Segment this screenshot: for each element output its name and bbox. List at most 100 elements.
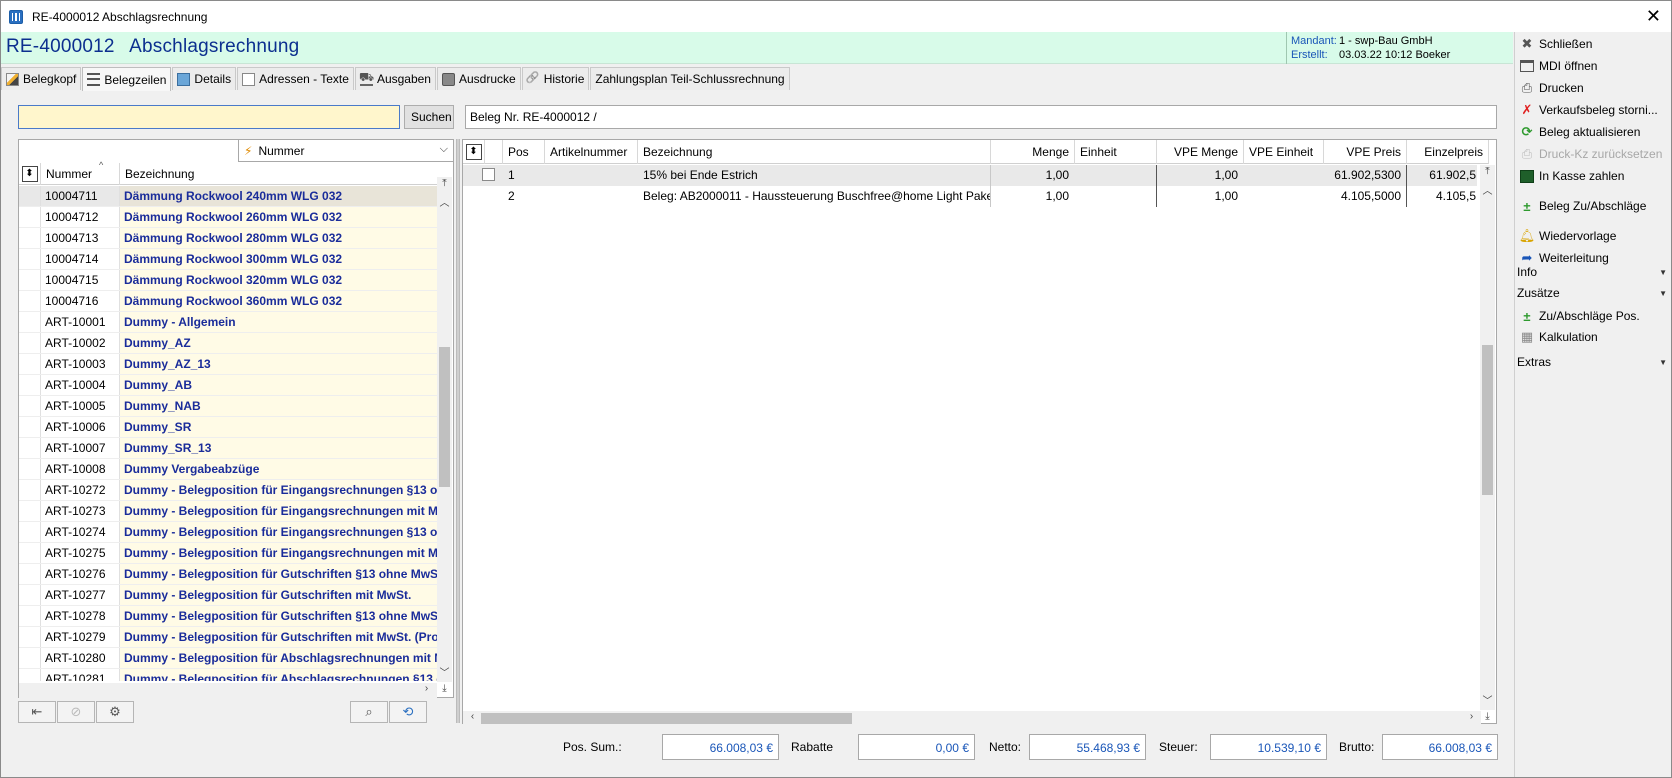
sidebar-group-info[interactable]: Info ▼ [1515,265,1671,283]
row-handle[interactable] [19,459,41,479]
column-header-vpe-menge[interactable]: VPE Menge [1157,140,1244,164]
row-checkbox[interactable] [482,168,495,181]
table-row[interactable]: ART-10278 Dummy - Belegposition für Gutsc… [19,606,437,627]
table-row[interactable]: ART-10008 Dummy Vergabeabzüge [19,459,437,480]
table-row[interactable]: ART-10002 Dummy_AZ [19,333,437,354]
row-handle[interactable] [19,438,41,458]
article-list-hscrollbar[interactable]: › [19,683,437,698]
tab-zahlungsplan[interactable]: Zahlungsplan Teil-Schlussrechnung [590,67,790,90]
row-handle[interactable] [19,186,41,206]
table-row[interactable]: 10004713 Dämmung Rockwool 280mm WLG 032 [19,228,437,249]
sidebar-item-drucken[interactable]: ⎙ Drucken [1519,78,1584,98]
scroll-bottom-icon[interactable]: ⤓ [437,683,452,694]
tab-ausdrucke[interactable]: Ausdrucke [436,67,521,90]
position-row[interactable]: 1 15% bei Ende Estrich 1,00 1,00 61.902,… [463,165,1477,186]
row-handle-header[interactable]: ⬍ [19,163,41,185]
row-handle[interactable] [19,627,41,647]
table-row[interactable]: ART-10003 Dummy_AZ_13 [19,354,437,375]
row-select-cell[interactable] [463,165,503,186]
sort-field-select[interactable]: ⚡ Nummer ⌵ [238,140,454,162]
row-handle[interactable] [19,354,41,374]
column-header-vpe-preis[interactable]: VPE Preis [1324,140,1407,164]
scroll-top-icon[interactable]: ⤒ [1480,166,1495,177]
scroll-thumb[interactable] [1482,345,1493,495]
scroll-down-icon[interactable]: ﹀ [1480,692,1495,707]
sidebar-group-extras[interactable]: Extras ▼ [1515,355,1671,373]
table-row[interactable]: 10004714 Dämmung Rockwool 300mm WLG 032 [19,249,437,270]
table-row[interactable]: ART-10273 Dummy - Belegposition für Einga… [19,501,437,522]
row-handle[interactable] [19,270,41,290]
attach-button[interactable]: ⊘ [57,701,95,723]
tab-historie[interactable]: Historie [521,67,590,90]
column-header-bezeichnung[interactable]: Bezeichnung [638,140,991,164]
scroll-right-icon[interactable]: › [1464,711,1479,722]
scroll-right-icon[interactable]: › [419,683,434,694]
column-header-menge[interactable]: Menge [991,140,1075,164]
column-header-einzelpreis[interactable]: Einzelpreis [1407,140,1489,164]
table-row[interactable]: ART-10006 Dummy_SR [19,417,437,438]
column-header-nummer[interactable]: ^ Nummer [41,160,120,185]
row-handle[interactable] [19,606,41,626]
scroll-down-icon[interactable]: ﹀ [437,664,452,679]
row-handle[interactable] [19,375,41,395]
scroll-thumb[interactable] [439,347,450,487]
search-button[interactable]: Suchen [404,105,454,129]
column-header-pos[interactable]: Pos [503,140,545,164]
search-input[interactable] [18,105,400,129]
sidebar-item-schliessen[interactable]: ✖ Schließen [1519,34,1593,54]
sidebar-item-verkaufsbeleg-stornieren[interactable]: ✗ Verkaufsbeleg storni... [1519,100,1658,120]
row-select-cell[interactable] [463,186,503,207]
scroll-up-icon[interactable]: ︿ [1480,182,1495,197]
positions-hscrollbar[interactable]: ‹ › [463,711,1481,726]
row-handle[interactable] [19,564,41,584]
row-handle[interactable] [19,396,41,416]
sidebar-item-druck-kz-zuruecksetzen[interactable]: ⎙ Druck-Kz zurücksetzen [1519,144,1663,164]
sidebar-item-kalkulation[interactable]: ▦ Kalkulation [1519,327,1598,347]
row-handle[interactable] [19,312,41,332]
table-row[interactable]: 10004716 Dämmung Rockwool 360mm WLG 032 [19,291,437,312]
row-handle[interactable] [19,333,41,353]
article-settings-button[interactable]: ⚙ [96,701,134,723]
row-handle[interactable] [19,585,41,605]
row-handle[interactable] [19,480,41,500]
table-row[interactable]: ART-10005 Dummy_NAB [19,396,437,417]
row-handle[interactable] [19,417,41,437]
tab-belegkopf[interactable]: Belegkopf [1,67,82,90]
row-handle[interactable] [19,207,41,227]
table-row[interactable]: ART-10279 Dummy - Belegposition für Gutsc… [19,627,437,648]
insert-article-button[interactable]: ⇤ [18,701,56,723]
sidebar-item-zu-abschlaege-pos[interactable]: ± Zu/Abschläge Pos. [1519,306,1639,326]
scroll-left-icon[interactable]: ‹ [465,711,480,722]
table-row[interactable]: ART-10281 Dummy - Belegposition für Absch… [19,669,437,681]
window-close-icon[interactable]: ✕ [1646,6,1661,27]
table-row[interactable]: ART-10277 Dummy - Belegposition für Gutsc… [19,585,437,606]
article-list-vscrollbar[interactable]: ⤒ ︿ ﹀ [437,177,452,682]
scroll-thumb[interactable] [481,713,852,724]
table-row[interactable]: 10004711 Dämmung Rockwool 240mm WLG 032 [19,186,437,207]
row-handle[interactable] [19,648,41,668]
row-handle[interactable] [19,501,41,521]
table-row[interactable]: ART-10272 Dummy - Belegposition für Einga… [19,480,437,501]
sidebar-item-wiedervorlage[interactable]: 🔔︎ Wiedervorlage [1519,226,1617,246]
pane-splitter[interactable] [456,139,460,723]
tab-adressen-texte[interactable]: Adressen - Texte [237,67,354,90]
row-handle[interactable] [19,669,41,681]
row-handle[interactable] [19,543,41,563]
scroll-up-icon[interactable]: ︿ [437,194,452,209]
sidebar-item-beleg-aktualisieren[interactable]: ⟳ Beleg aktualisieren [1519,122,1641,142]
position-row[interactable]: 2 Beleg: AB2000011 - Haussteuerung Busch… [463,186,1477,207]
tab-details[interactable]: Details [172,67,237,90]
column-header-artikelnummer[interactable]: Artikelnummer [545,140,638,164]
table-row[interactable]: ART-10276 Dummy - Belegposition für Gutsc… [19,564,437,585]
scroll-top-icon[interactable]: ⤒ [437,178,452,189]
row-handle[interactable] [19,228,41,248]
table-row[interactable]: ART-10007 Dummy_SR_13 [19,438,437,459]
table-row[interactable]: ART-10275 Dummy - Belegposition für Einga… [19,543,437,564]
table-row[interactable]: ART-10274 Dummy - Belegposition für Einga… [19,522,437,543]
row-handle[interactable] [19,291,41,311]
sidebar-group-zusaetze[interactable]: Zusätze ▼ [1515,286,1671,304]
tab-belegzeilen[interactable]: Belegzeilen [82,67,172,91]
sidebar-item-in-kasse-zahlen[interactable]: In Kasse zahlen [1519,166,1624,186]
column-header-bezeichnung[interactable]: Bezeichnung [120,163,438,185]
sidebar-item-mdi-oeffnen[interactable]: MDI öffnen [1519,56,1597,76]
